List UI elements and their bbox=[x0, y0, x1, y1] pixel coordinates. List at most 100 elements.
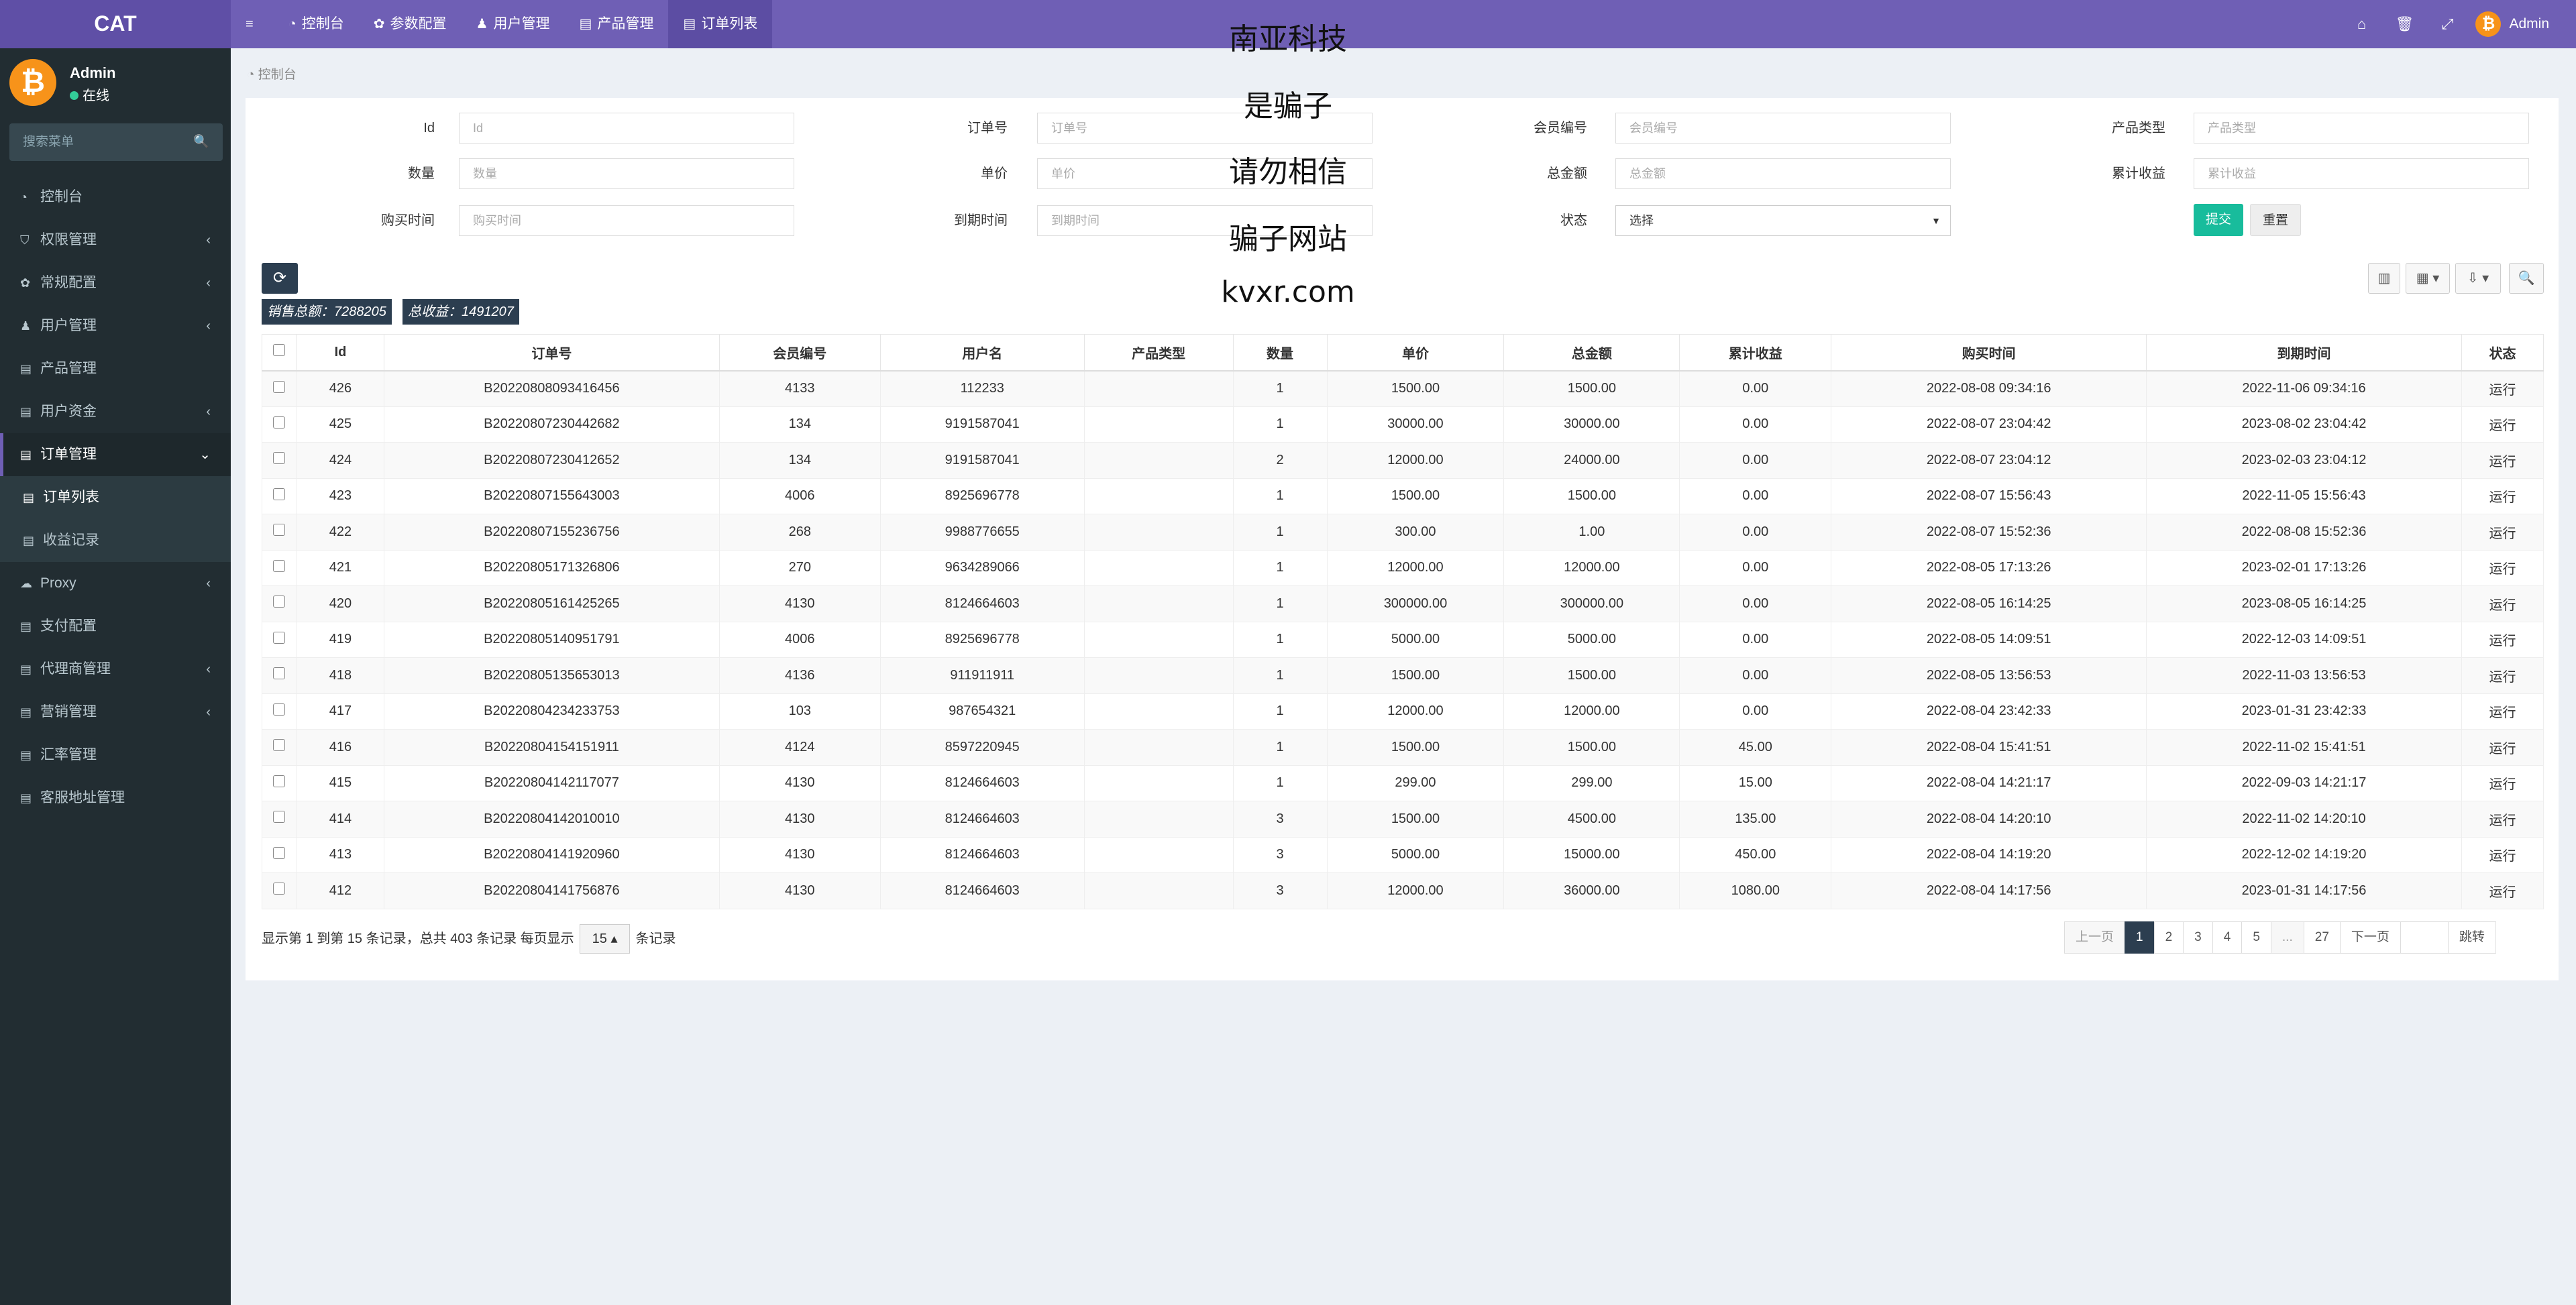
page-jump-input[interactable] bbox=[2400, 921, 2449, 954]
home-icon[interactable]: ⌂ bbox=[2340, 15, 2383, 33]
user-menu[interactable]: ₿ Admin bbox=[2475, 11, 2549, 37]
table-row[interactable]: 425 B20220807230442682 134 9191587041 1 30000… bbox=[262, 406, 2544, 443]
table-cell: 2023-08-02 23:04:42 bbox=[2146, 406, 2462, 443]
col-header[interactable]: 累计收益 bbox=[1679, 334, 1832, 372]
sidebar-item-earnings-records[interactable]: ▤ 收益记录 bbox=[0, 519, 231, 562]
topnav-dashboard[interactable]: ◔ 控制台 bbox=[274, 0, 359, 48]
col-header[interactable]: 状态 bbox=[2461, 334, 2544, 372]
page-button[interactable]: 4 bbox=[2212, 921, 2243, 954]
sidebar-item-user-funds[interactable]: ▤ 用户资金 ‹ bbox=[0, 390, 231, 433]
earnings-input[interactable]: 累计收益 bbox=[2194, 158, 2529, 189]
sidebar-item-products[interactable]: ▤ 产品管理 bbox=[0, 347, 231, 390]
row-checkbox[interactable] bbox=[273, 380, 286, 393]
table-row[interactable]: 417 B20220804234233753 103 987654321 1 12000.… bbox=[262, 693, 2544, 730]
total-input[interactable]: 总金额 bbox=[1615, 158, 1951, 189]
row-checkbox[interactable] bbox=[273, 703, 286, 716]
breadcrumb[interactable]: ◔ 控制台 bbox=[247, 64, 297, 82]
row-checkbox[interactable] bbox=[273, 739, 286, 752]
table-row[interactable]: 416 B20220804154151911 4124 8597220945 1 1500… bbox=[262, 729, 2544, 766]
columns-toggle-button[interactable]: ▥ bbox=[2368, 263, 2400, 294]
sidebar-item-exchange-rate[interactable]: ▤ 汇率管理 bbox=[0, 734, 231, 777]
sidebar-item-general-config[interactable]: ✿ 常规配置 ‹ bbox=[0, 262, 231, 304]
product-type-input[interactable]: 产品类型 bbox=[2194, 113, 2529, 144]
row-checkbox[interactable] bbox=[273, 667, 286, 680]
page-size-select[interactable]: 15 ▴ bbox=[579, 924, 631, 954]
col-header[interactable]: 总金额 bbox=[1503, 334, 1680, 372]
sidebar-item-payment-config[interactable]: ▤ 支付配置 bbox=[0, 605, 231, 648]
table-row[interactable]: 424 B20220807230412652 134 9191587041 2 12000… bbox=[262, 442, 2544, 479]
select-all-checkbox[interactable] bbox=[273, 344, 286, 357]
row-checkbox[interactable] bbox=[273, 595, 286, 608]
row-checkbox[interactable] bbox=[273, 524, 286, 536]
topnav-users[interactable]: ♟ 用户管理 bbox=[462, 0, 565, 48]
page-button[interactable]: 1 bbox=[2125, 921, 2155, 954]
table-row[interactable]: 421 B20220805171326806 270 9634289066 1 12000… bbox=[262, 549, 2544, 586]
filter-label-buy-time: 购买时间 bbox=[381, 213, 435, 228]
trash-icon[interactable]: 🗑 bbox=[2383, 15, 2426, 33]
row-checkbox[interactable] bbox=[273, 559, 286, 572]
col-header[interactable]: 到期时间 bbox=[2146, 334, 2462, 372]
table-row[interactable]: 412 B20220804141756876 4130 8124664603 3 1200… bbox=[262, 872, 2544, 909]
col-header[interactable]: 数量 bbox=[1232, 334, 1328, 372]
qty-input[interactable]: 数量 bbox=[459, 158, 794, 189]
row-checkbox[interactable] bbox=[273, 775, 286, 787]
sidebar-item-marketing[interactable]: ▤ 营销管理 ‹ bbox=[0, 691, 231, 734]
row-checkbox[interactable] bbox=[273, 883, 286, 895]
sidebar-item-dashboard[interactable]: ◔ 控制台 bbox=[0, 176, 231, 219]
col-header[interactable]: Id bbox=[296, 334, 384, 372]
sidebar-item-permissions[interactable]: ⛉ 权限管理 ‹ bbox=[0, 219, 231, 262]
col-header[interactable]: 用户名 bbox=[879, 334, 1085, 372]
search-icon[interactable]: 🔍 bbox=[193, 123, 209, 161]
reset-button[interactable]: 重置 bbox=[2250, 204, 2301, 236]
fullscreen-icon[interactable]: ⤢ bbox=[2426, 15, 2469, 33]
col-header[interactable]: 会员编号 bbox=[718, 334, 881, 372]
next-page-button[interactable]: 下一页 bbox=[2339, 921, 2401, 954]
topnav-settings[interactable]: ✿ 参数配置 bbox=[359, 0, 462, 48]
member-no-input[interactable]: 会员编号 bbox=[1615, 113, 1951, 144]
row-checkbox[interactable] bbox=[273, 488, 286, 500]
page-button[interactable]: 5 bbox=[2241, 921, 2271, 954]
sidebar-search-input[interactable]: 搜索菜单 🔍 bbox=[9, 123, 223, 161]
row-checkbox[interactable] bbox=[273, 811, 286, 824]
status-select[interactable]: 选择 ▼ bbox=[1615, 205, 1951, 236]
table-row[interactable]: 422 B20220807155236756 268 9988776655 1 300.0… bbox=[262, 514, 2544, 551]
col-header[interactable]: 产品类型 bbox=[1083, 334, 1234, 372]
topnav-orders[interactable]: ▤ 订单列表 bbox=[668, 0, 773, 48]
table-row[interactable]: 419 B20220805140951791 4006 8925696778 1 5000… bbox=[262, 621, 2544, 658]
page-button[interactable]: 2 bbox=[2153, 921, 2184, 954]
col-header[interactable]: 购买时间 bbox=[1831, 334, 2147, 372]
sidebar-toggle-button[interactable]: ≡ bbox=[231, 0, 274, 48]
row-checkbox[interactable] bbox=[273, 846, 286, 859]
sidebar-item-proxy[interactable]: ☁ Proxy ‹ bbox=[0, 562, 231, 605]
table-row[interactable]: 423 B20220807155643003 4006 8925696778 1 1500… bbox=[262, 477, 2544, 514]
sidebar-item-agents[interactable]: ▤ 代理商管理 ‹ bbox=[0, 648, 231, 691]
table-row[interactable]: 420 B20220805161425265 4130 8124664603 1 3000… bbox=[262, 585, 2544, 622]
row-checkbox[interactable] bbox=[273, 452, 286, 465]
col-header[interactable]: 订单号 bbox=[383, 334, 720, 372]
refresh-button[interactable]: ⟳ bbox=[262, 263, 298, 294]
buy-time-input[interactable]: 购买时间 bbox=[459, 205, 794, 236]
col-header[interactable]: 单价 bbox=[1326, 334, 1505, 372]
table-row[interactable]: 426 B20220808093416456 4133 112233 1 1500.00 1… bbox=[262, 370, 2544, 407]
table-row[interactable]: 414 B20220804142010010 4130 8124664603 3 1500… bbox=[262, 801, 2544, 838]
sidebar-item-order-list[interactable]: ▤ 订单列表 bbox=[0, 476, 231, 519]
page-button[interactable]: 27 bbox=[2303, 921, 2341, 954]
topnav-products[interactable]: ▤ 产品管理 bbox=[564, 0, 668, 48]
page-button[interactable]: 3 bbox=[2183, 921, 2213, 954]
sidebar-item-orders[interactable]: ▤ 订单管理 ⌄ bbox=[0, 433, 231, 476]
table-row[interactable]: 413 B20220804141920960 4130 8124664603 3 5000… bbox=[262, 836, 2544, 873]
table-search-button[interactable]: 🔍 bbox=[2509, 263, 2544, 294]
app-logo[interactable]: CAT bbox=[0, 0, 231, 48]
page-jump-button[interactable]: 跳转 bbox=[2447, 921, 2496, 954]
submit-button[interactable]: 提交 bbox=[2194, 204, 2243, 236]
sidebar-item-users[interactable]: ♟ 用户管理 ‹ bbox=[0, 304, 231, 347]
id-input[interactable]: Id bbox=[459, 113, 794, 144]
toggle-view-button[interactable]: ⇩ ▾ bbox=[2455, 263, 2501, 294]
export-button[interactable]: ▦ ▾ bbox=[2406, 263, 2450, 294]
row-checkbox[interactable] bbox=[273, 416, 286, 429]
row-checkbox[interactable] bbox=[273, 631, 286, 644]
table-row[interactable]: 418 B20220805135653013 4136 911911911 1 1500.… bbox=[262, 657, 2544, 694]
sidebar-item-support-address[interactable]: ▤ 客服地址管理 bbox=[0, 777, 231, 819]
table-row[interactable]: 415 B20220804142117077 4130 8124664603 1 299.… bbox=[262, 764, 2544, 801]
prev-page-button[interactable]: 上一页 bbox=[2064, 921, 2126, 954]
